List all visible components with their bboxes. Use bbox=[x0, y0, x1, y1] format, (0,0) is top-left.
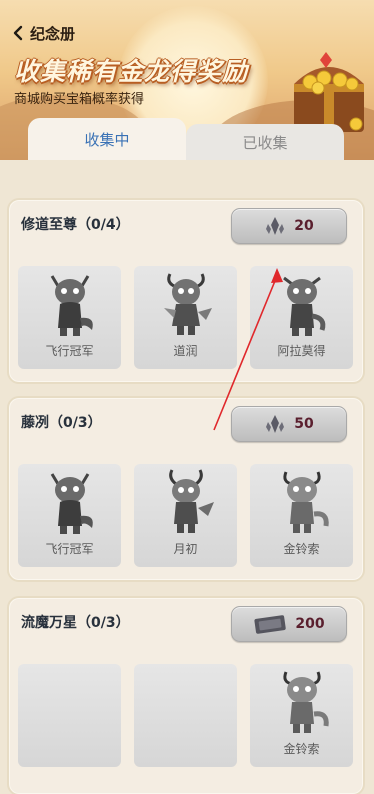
empty-slot bbox=[18, 664, 121, 767]
collection-card: 流魔万星（0/3） 200 金铃索 bbox=[7, 596, 365, 794]
cost-value: 200 bbox=[295, 616, 325, 632]
dragon-icon bbox=[283, 276, 326, 336]
dragon-name: 道润 bbox=[173, 344, 198, 358]
dragon-slot[interactable]: 月初 bbox=[134, 464, 237, 567]
dragon-name: 飞行冠军 bbox=[45, 542, 94, 556]
collection-card: 修道至尊（0/4） 20 飞行冠军 道润 阿拉莫得 bbox=[7, 198, 365, 384]
dragon-slot[interactable]: 飞行冠军 bbox=[18, 464, 121, 567]
banner-title: 收集稀有金龙得奖励 bbox=[14, 57, 249, 86]
cost-value: 20 bbox=[294, 218, 314, 234]
dragon-name: 金铃索 bbox=[283, 542, 320, 556]
dragon-slot[interactable]: 阿拉莫得 bbox=[250, 266, 353, 369]
dragon-icon bbox=[283, 471, 329, 533]
back-button[interactable]: 纪念册 bbox=[12, 22, 75, 44]
tab-collecting[interactable]: 收集中 bbox=[28, 118, 186, 160]
dragon-name: 阿拉莫得 bbox=[277, 344, 326, 358]
cost-value: 50 bbox=[294, 416, 314, 432]
dragon-name: 月初 bbox=[173, 542, 198, 556]
page-title: 纪念册 bbox=[30, 24, 76, 43]
exchange-button[interactable]: 20 bbox=[231, 208, 347, 244]
collection-title: 藤冽（0/3） bbox=[21, 415, 102, 431]
chevron-left-icon bbox=[13, 25, 23, 41]
exchange-button[interactable]: 50 bbox=[231, 406, 347, 442]
tab-label: 已收集 bbox=[242, 133, 288, 152]
crystal-icon bbox=[266, 415, 285, 433]
tab-collected[interactable]: 已收集 bbox=[186, 124, 344, 160]
dragon-slot[interactable]: 金铃索 bbox=[250, 464, 353, 567]
dragon-slot[interactable]: 飞行冠军 bbox=[18, 266, 121, 369]
collection-card: 藤冽（0/3） 50 飞行冠军 月初 金铃索 bbox=[7, 396, 365, 582]
dragon-slot[interactable]: 金铃索 bbox=[250, 664, 353, 767]
dragon-icon bbox=[50, 275, 93, 336]
ticket-icon bbox=[254, 615, 287, 634]
collection-title: 修道至尊（0/4） bbox=[21, 217, 130, 233]
dragon-icon bbox=[164, 273, 212, 335]
empty-slot bbox=[134, 664, 237, 767]
collection-title: 流魔万星（0/3） bbox=[21, 615, 130, 631]
crystal-icon bbox=[266, 217, 285, 235]
exchange-button[interactable]: 200 bbox=[231, 606, 347, 642]
dragon-icon bbox=[50, 473, 93, 534]
dragon-icon bbox=[283, 671, 329, 733]
banner-subtitle: 商城购买宝箱概率获得 bbox=[14, 92, 145, 107]
treasure-chest-icon bbox=[294, 52, 364, 132]
dragon-icon bbox=[169, 469, 214, 533]
dragon-name: 飞行冠军 bbox=[45, 344, 94, 358]
dragon-slot[interactable]: 道润 bbox=[134, 266, 237, 369]
tab-label: 收集中 bbox=[84, 130, 130, 149]
dragon-name: 金铃索 bbox=[283, 742, 320, 756]
